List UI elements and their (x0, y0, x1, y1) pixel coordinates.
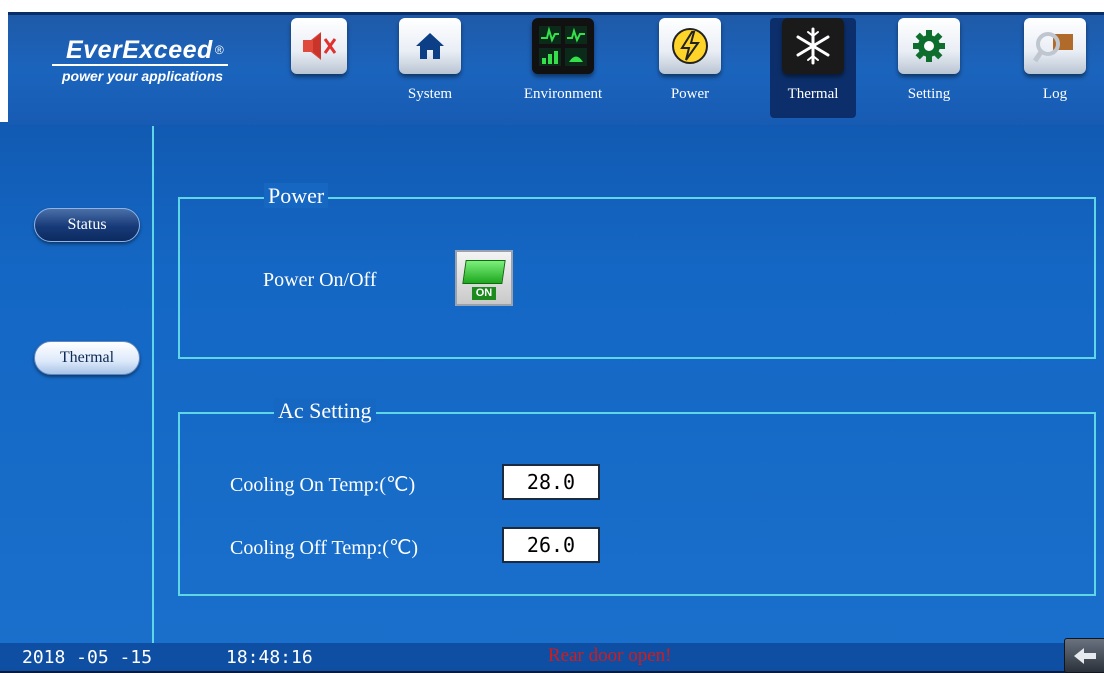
nav-setting[interactable]: Setting (886, 18, 972, 118)
switch-lamp (462, 260, 506, 284)
magnifier-icon (1033, 32, 1073, 63)
back-button[interactable] (1064, 638, 1104, 673)
gear-icon (913, 30, 945, 62)
cooling-off-temp-input[interactable]: 26.0 (502, 527, 600, 563)
status-time: 18:48:16 (226, 647, 313, 668)
nav-thermal[interactable]: Thermal (770, 18, 856, 118)
home-icon (416, 33, 444, 59)
brand-logo: EverExceed ® power your applications (52, 36, 252, 96)
sidebar-divider (152, 126, 154, 646)
ac-setting-group: Ac Setting (178, 398, 1096, 596)
cooling-on-temp-input[interactable]: 28.0 (502, 464, 600, 500)
nav-power-label: Power (670, 86, 710, 102)
brand-tagline: power your applications (62, 68, 224, 84)
sidebar-item-thermal[interactable]: Thermal (34, 341, 140, 375)
alarm-message: Rear door open! (548, 645, 672, 666)
lightning-icon (672, 28, 708, 64)
power-toggle-switch[interactable]: ON (455, 250, 513, 306)
nav-system[interactable]: System (387, 18, 473, 118)
nav-log-label: Log (1042, 86, 1068, 102)
mute-alarm-button[interactable] (276, 18, 362, 118)
header: EverExceed ® power your applications Syst… (0, 0, 1104, 125)
ac-setting-group-title: Ac Setting (274, 398, 376, 423)
nav-system-label: System (407, 86, 453, 102)
nav-power[interactable]: Power (647, 18, 733, 118)
cooling-on-temp-label: Cooling On Temp:(℃) (230, 474, 416, 496)
thermal-screen: EverExceed ® power your applications Syst… (0, 0, 1104, 673)
back-arrow-icon (1074, 647, 1096, 664)
power-group-title: Power (264, 183, 329, 208)
nav-environment[interactable]: Environment (520, 18, 606, 118)
nav-log[interactable]: Log (1012, 18, 1098, 118)
environment-monitor-icon (539, 26, 587, 66)
brand-name: EverExceed (66, 36, 213, 64)
snowflake-icon (796, 27, 830, 65)
nav-thermal-label: Thermal (787, 86, 839, 102)
status-date: 2018 -05 -15 (22, 647, 153, 668)
cooling-off-temp-label: Cooling Off Temp:(℃) (230, 537, 419, 559)
nav-setting-label: Setting (907, 86, 951, 102)
sidebar-item-status[interactable]: Status (34, 208, 140, 242)
status-bar: 2018 -05 -15 18:48:16 Rear door open! (0, 643, 1104, 671)
registered-mark: ® (214, 43, 225, 57)
speaker-muted-icon (303, 32, 337, 60)
switch-state-label: ON (471, 287, 497, 300)
power-on-off-label: Power On/Off (263, 269, 377, 291)
nav-environment-label: Environment (523, 86, 603, 102)
